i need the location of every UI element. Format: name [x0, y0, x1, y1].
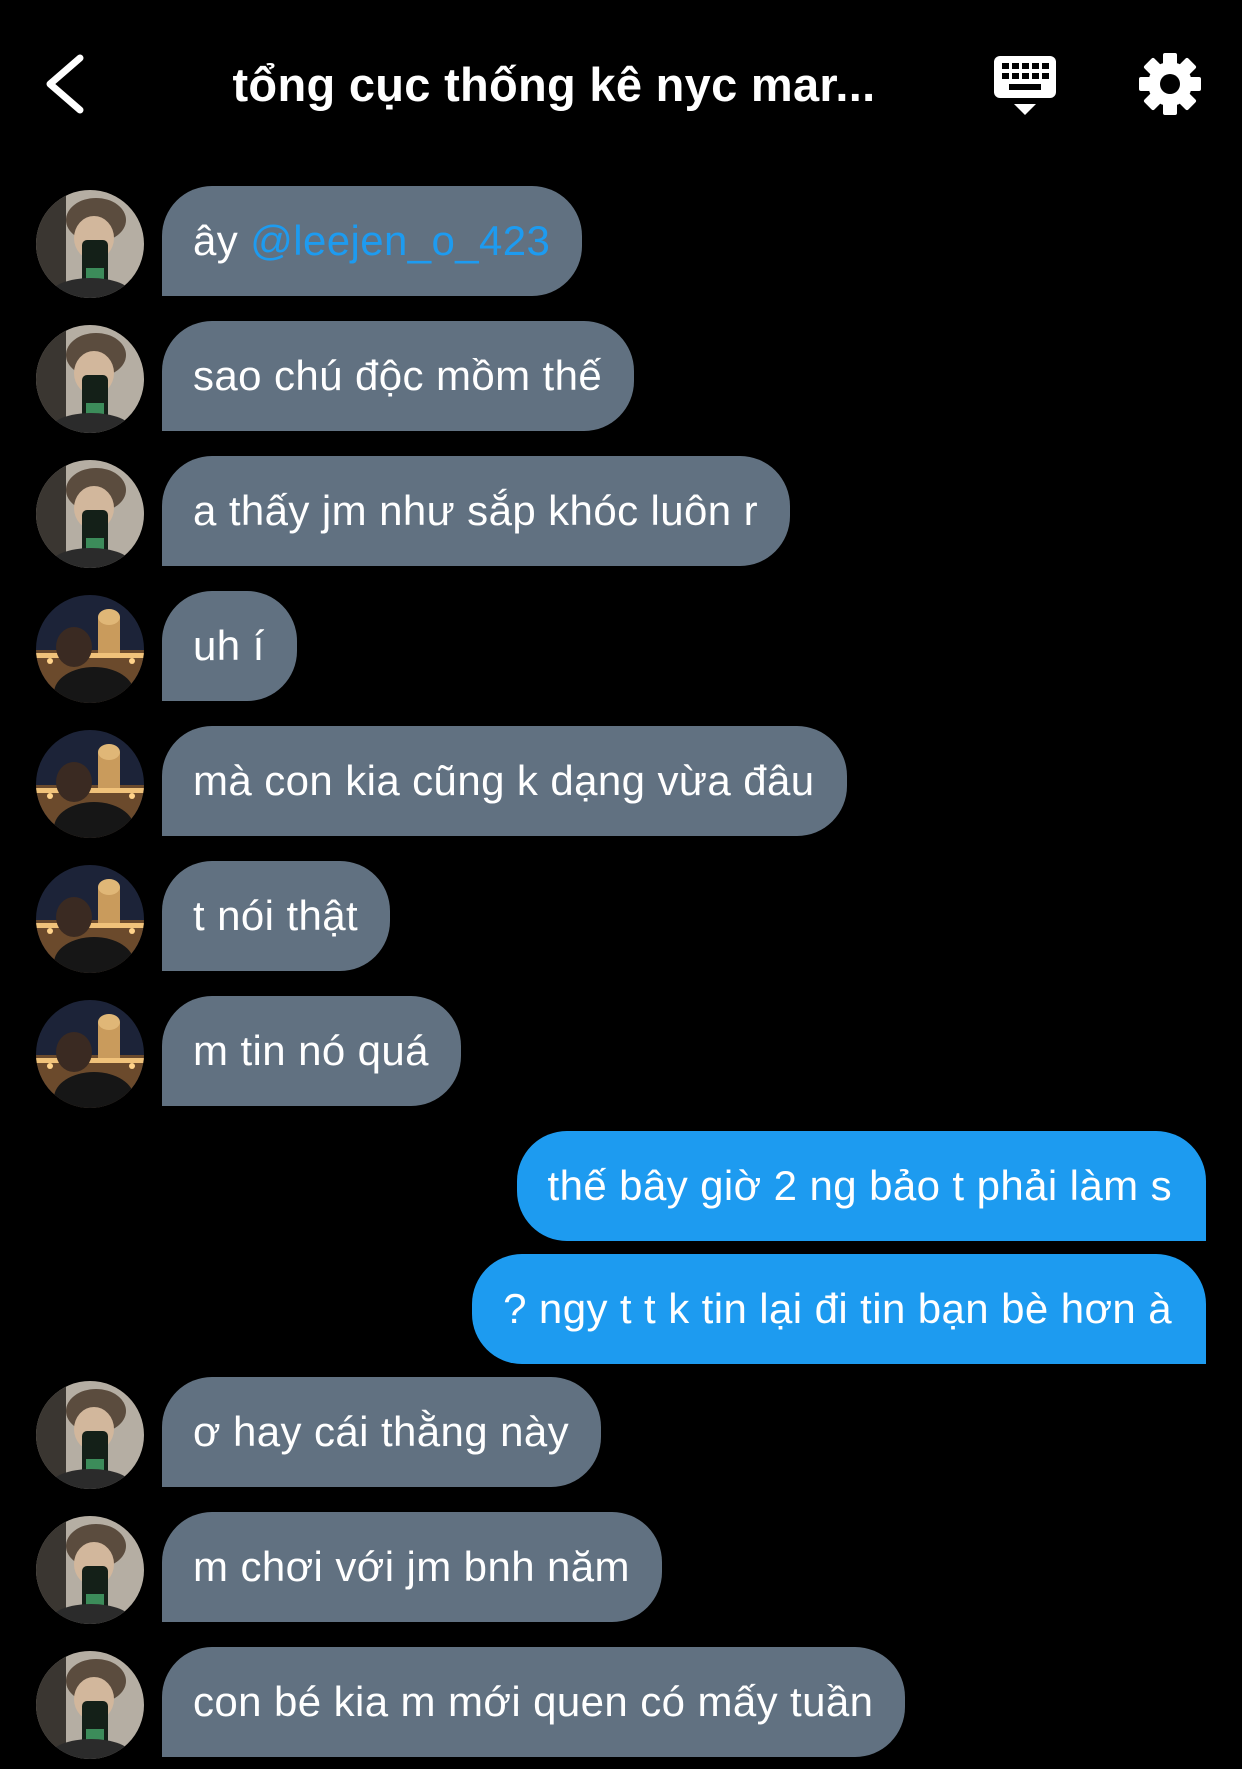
message-text: ơ hay cái thằng này	[193, 1408, 570, 1455]
message-text: t nói thật	[193, 892, 359, 939]
message-text: con bé kia m mới quen có mấy tuần	[193, 1678, 874, 1725]
message-text: m chơi với jm bnh năm	[193, 1543, 630, 1590]
message-row: t nói thật	[0, 861, 1242, 973]
message-row: ây @leejen_o_423	[0, 186, 1242, 298]
message-row: m chơi với jm bnh năm	[0, 1512, 1242, 1624]
avatar-night-city[interactable]	[36, 730, 144, 838]
incoming-message-bubble[interactable]: t nói thật	[162, 861, 391, 971]
message-row: uh í	[0, 591, 1242, 703]
incoming-message-bubble[interactable]: m tin nó quá	[162, 996, 461, 1106]
message-text: ây	[193, 217, 251, 264]
message-row: ơ hay cái thằng này	[0, 1377, 1242, 1489]
message-row: con bé kia m mới quen có mấy tuần	[0, 1647, 1242, 1759]
avatar-phone-selfie[interactable]	[36, 190, 144, 298]
outgoing-message-bubble[interactable]: thế bây giờ 2 ng bảo t phải làm s	[516, 1131, 1206, 1241]
message-text: uh í	[193, 622, 265, 669]
message-row: thế bây giờ 2 ng bảo t phải làm s	[0, 1131, 1242, 1241]
message-row: sao chú độc mồm thế	[0, 321, 1242, 433]
avatar-phone-selfie[interactable]	[36, 1381, 144, 1489]
incoming-message-bubble[interactable]: con bé kia m mới quen có mấy tuần	[162, 1647, 906, 1757]
user-mention-link[interactable]: @leejen_o_423	[250, 217, 550, 264]
incoming-message-bubble[interactable]: ơ hay cái thằng này	[162, 1377, 602, 1487]
message-text: ? ngy t t k tin lại đi tin bạn bè hơn à	[503, 1285, 1172, 1332]
incoming-message-bubble[interactable]: mà con kia cũng k dạng vừa đâu	[162, 726, 847, 836]
avatar-phone-selfie[interactable]	[36, 1516, 144, 1624]
message-text: sao chú độc mồm thế	[193, 352, 603, 399]
incoming-message-bubble[interactable]: a thấy jm như sắp khóc luôn r	[162, 456, 791, 566]
outgoing-message-bubble[interactable]: ? ngy t t k tin lại đi tin bạn bè hơn à	[472, 1254, 1206, 1364]
avatar-night-city[interactable]	[36, 865, 144, 973]
message-list: ây @leejen_o_423 sao chú độc mồm thế a t…	[0, 0, 1242, 1769]
message-text: mà con kia cũng k dạng vừa đâu	[193, 757, 815, 804]
incoming-message-bubble[interactable]: sao chú độc mồm thế	[162, 321, 635, 431]
message-row: ? ngy t t k tin lại đi tin bạn bè hơn à	[0, 1254, 1242, 1364]
message-text: m tin nó quá	[193, 1027, 429, 1074]
avatar-night-city[interactable]	[36, 595, 144, 703]
incoming-message-bubble[interactable]: ây @leejen_o_423	[162, 186, 583, 296]
incoming-message-bubble[interactable]: m chơi với jm bnh năm	[162, 1512, 662, 1622]
message-row: mà con kia cũng k dạng vừa đâu	[0, 726, 1242, 838]
avatar-phone-selfie[interactable]	[36, 460, 144, 568]
avatar-phone-selfie[interactable]	[36, 325, 144, 433]
message-row: a thấy jm như sắp khóc luôn r	[0, 456, 1242, 568]
message-text: thế bây giờ 2 ng bảo t phải làm s	[547, 1162, 1172, 1209]
message-row: m tin nó quá	[0, 996, 1242, 1108]
incoming-message-bubble[interactable]: uh í	[162, 591, 297, 701]
avatar-phone-selfie[interactable]	[36, 1651, 144, 1759]
avatar-night-city[interactable]	[36, 1000, 144, 1108]
message-text: a thấy jm như sắp khóc luôn r	[193, 487, 759, 534]
